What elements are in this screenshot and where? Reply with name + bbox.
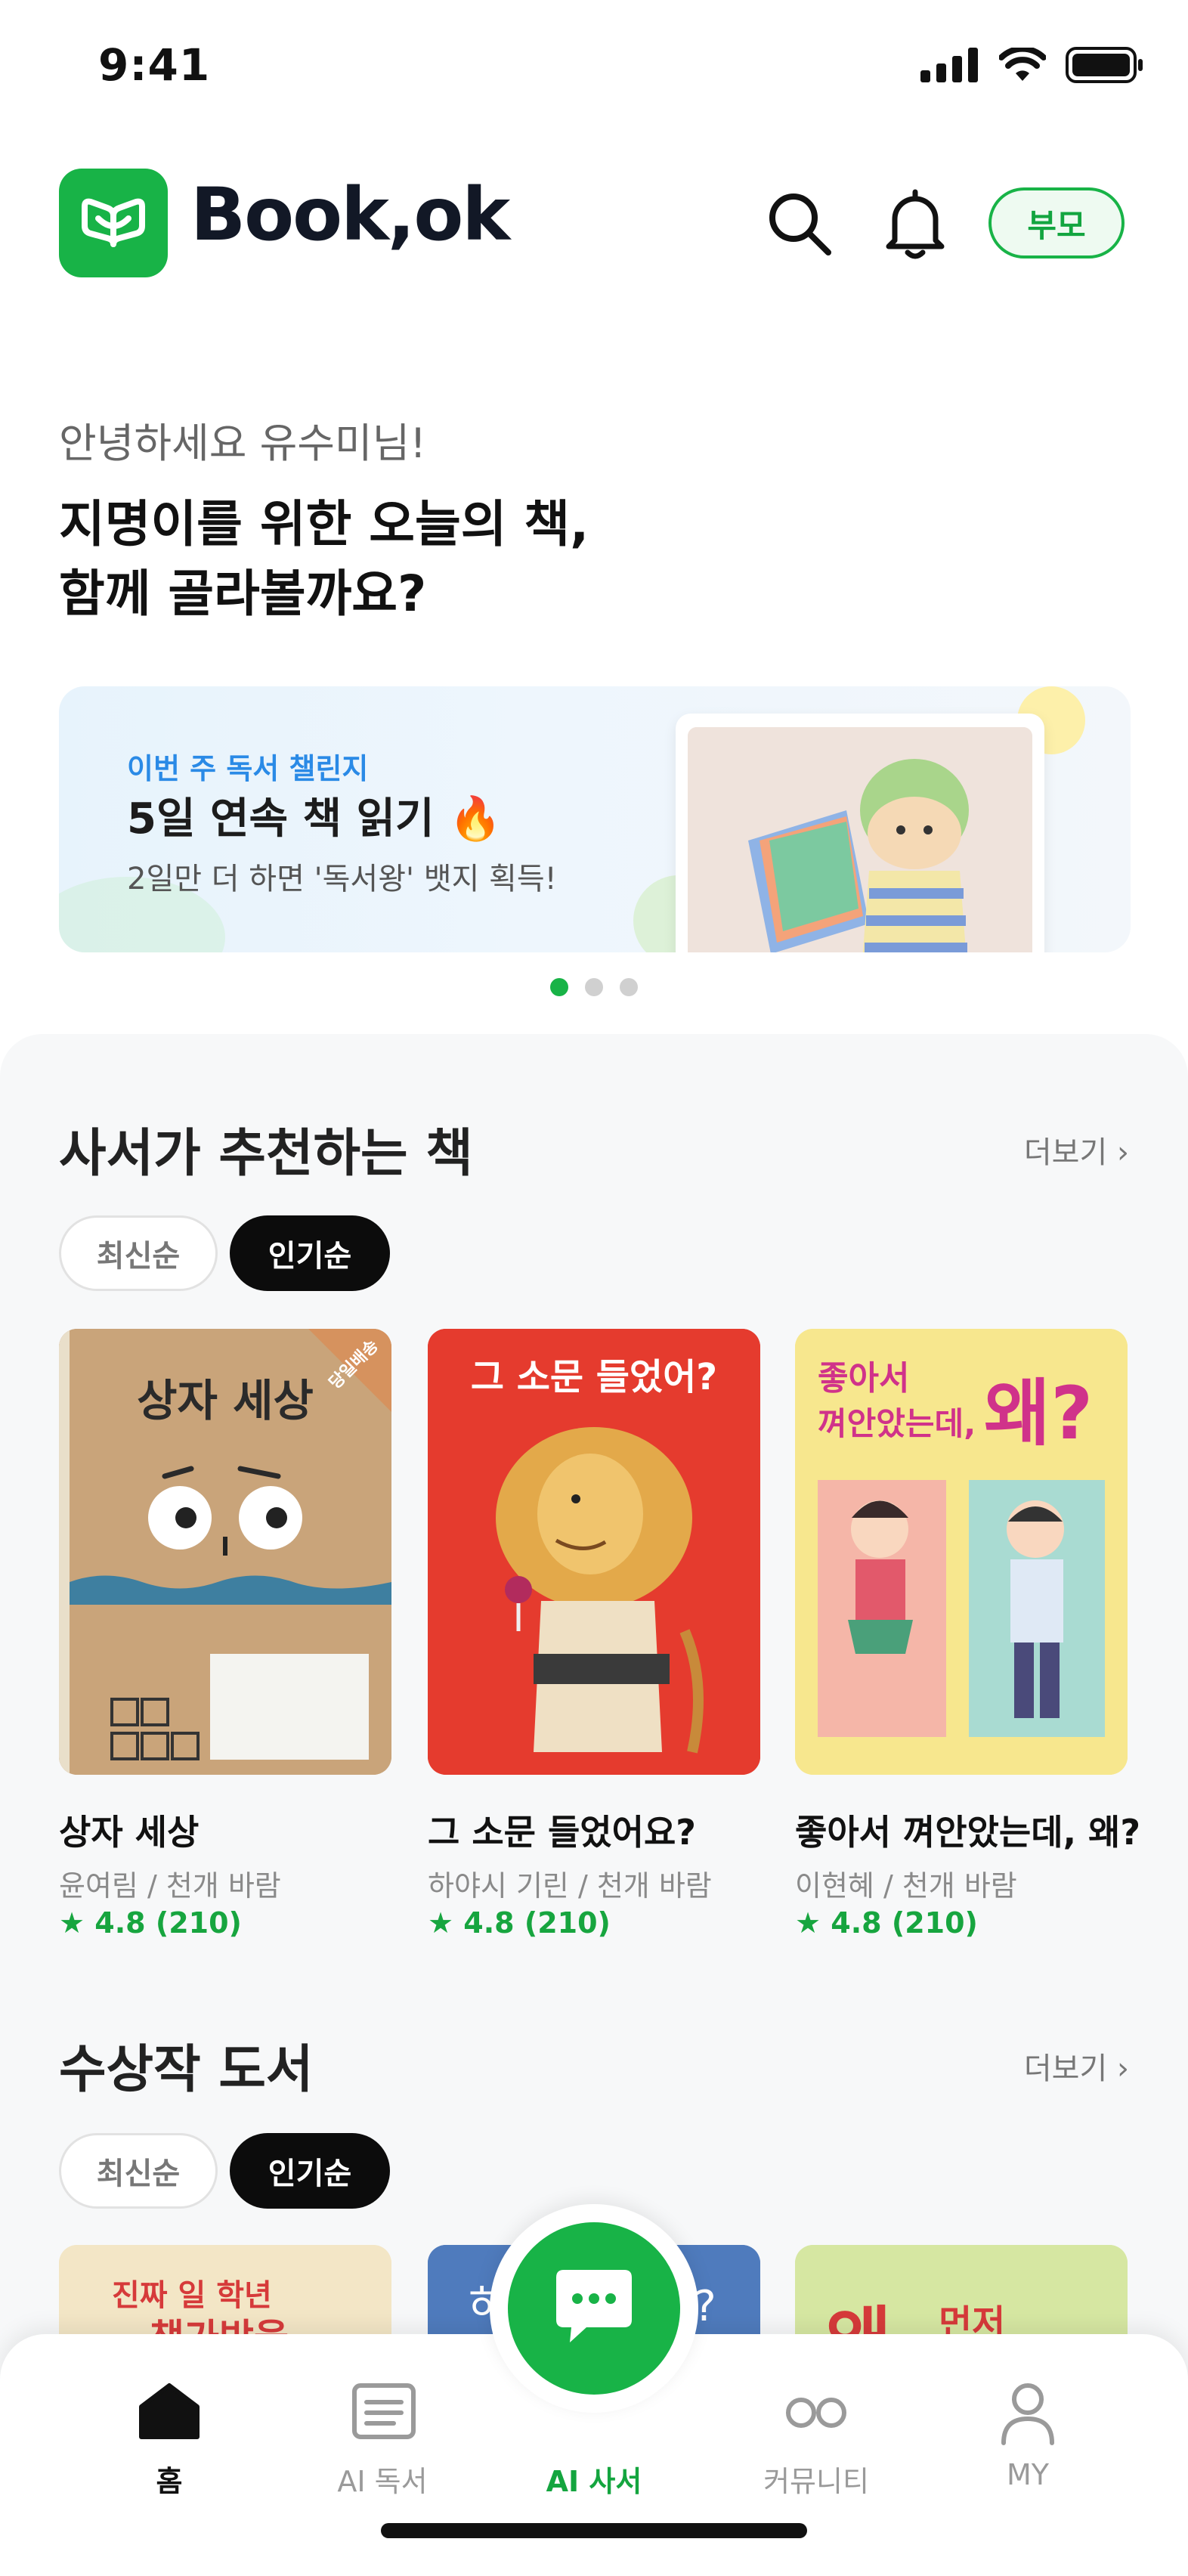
banner-pagination <box>0 978 1188 996</box>
notification-bell-icon[interactable] <box>881 186 949 262</box>
book-rating: ★ 4.8 (210) <box>428 1906 611 1940</box>
cover-title-line1: 진짜 일 학년 <box>112 2278 272 2313</box>
parent-mode-button[interactable]: 부모 <box>988 187 1125 259</box>
nav-home[interactable] <box>86 2381 252 2444</box>
more-link-recommended[interactable]: 더보기 › <box>1024 1128 1129 1172</box>
status-icons <box>920 47 1144 83</box>
more-link-awards[interactable]: 더보기 › <box>1024 2044 1129 2088</box>
app-name: Book,ok <box>190 172 510 257</box>
book-cover-hug-why[interactable]: 좋아서 껴안았는데, 왜? <box>795 1329 1128 1775</box>
community-icon <box>786 2398 846 2428</box>
cover-title-line1: 좋아서 <box>818 1359 909 1398</box>
nav-my-label[interactable]: MY <box>930 2458 1126 2491</box>
sort-popular-chip[interactable]: 인기순 <box>230 2133 390 2209</box>
book-author: 하야시 기린 / 천개 바람 <box>428 1869 712 1903</box>
nav-home-label[interactable]: 홈 <box>71 2458 268 2500</box>
nav-ai-reading[interactable] <box>301 2381 467 2444</box>
status-time: 9:41 <box>98 39 211 91</box>
cover-title-line2: 껴안았는데, <box>818 1405 976 1442</box>
greeting-title-line1: 지명이를 위한 오늘의 책, <box>59 495 589 553</box>
book-title[interactable]: 상자 세상 <box>59 1805 199 1855</box>
book-cover-box-world[interactable]: 당일배송 상자 세상 <box>59 1329 391 1775</box>
pagination-dot[interactable] <box>585 978 603 996</box>
banner-image-frame <box>676 714 1044 952</box>
child-reading-illustration <box>688 727 1032 952</box>
list-icon <box>352 2383 416 2439</box>
book-rating: ★ 4.8 (210) <box>795 1906 978 1940</box>
section-title-recommended: 사서가 추천하는 책 <box>59 1124 473 1184</box>
battery-icon <box>1066 47 1143 83</box>
home-indicator <box>381 2523 807 2538</box>
book-title[interactable]: 그 소문 들었어요? <box>428 1805 696 1855</box>
book-author: 윤여림 / 천개 바람 <box>59 1869 281 1903</box>
sort-popular-chip[interactable]: 인기순 <box>230 1215 390 1291</box>
sort-latest-chip[interactable]: 최신순 <box>59 2133 218 2209</box>
nav-my[interactable] <box>945 2381 1111 2449</box>
nav-community-label[interactable]: 커뮤니티 <box>718 2458 914 2500</box>
wifi-icon <box>999 48 1046 81</box>
cover-title-text: 상자 세상 <box>137 1375 314 1426</box>
nav-community[interactable] <box>733 2381 899 2444</box>
book-title[interactable]: 좋아서 껴안았는데, 왜? <box>795 1805 1140 1855</box>
nav-ai-librarian-label[interactable]: AI 사서 <box>496 2458 692 2500</box>
banner-label: 이번 주 독서 챌린지 <box>127 752 369 785</box>
chat-bubble-icon <box>556 2270 632 2342</box>
pagination-dot[interactable] <box>620 978 638 996</box>
section-title-awards: 수상작 도서 <box>59 2040 314 2100</box>
cover-title-text: 그 소문 들었어? <box>471 1356 717 1398</box>
nav-ai-reading-label[interactable]: AI 독서 <box>284 2458 481 2500</box>
home-icon <box>139 2383 200 2439</box>
pagination-dot[interactable] <box>550 978 568 996</box>
sort-latest-chip[interactable]: 최신순 <box>59 1215 218 1291</box>
banner-title: 5일 연속 책 읽기 🔥 <box>127 794 502 844</box>
challenge-banner[interactable]: 이번 주 독서 챌린지 5일 연속 책 읽기 🔥 2일만 더 하면 '독서왕' … <box>59 686 1131 952</box>
app-logo-icon <box>59 169 168 277</box>
ai-librarian-button[interactable] <box>508 2222 680 2395</box>
book-rating: ★ 4.8 (210) <box>59 1906 242 1940</box>
search-icon[interactable] <box>763 187 836 260</box>
book-author: 이현혜 / 천개 바람 <box>795 1869 1017 1903</box>
user-icon <box>1001 2383 1054 2445</box>
greeting-title: 지명이를 위한 오늘의 책, 함께 골라볼까요? <box>59 490 589 629</box>
banner-description: 2일만 더 하면 '독서왕' 뱃지 획득! <box>127 862 557 896</box>
book-cover-rumor[interactable]: 그 소문 들었어? <box>428 1329 760 1775</box>
cellular-signal-icon <box>920 48 978 82</box>
cover-title-big: 왜? <box>984 1371 1093 1456</box>
greeting-title-line2: 함께 골라볼까요? <box>59 565 427 623</box>
greeting-subtitle: 안녕하세요 유수미님! <box>59 420 426 467</box>
